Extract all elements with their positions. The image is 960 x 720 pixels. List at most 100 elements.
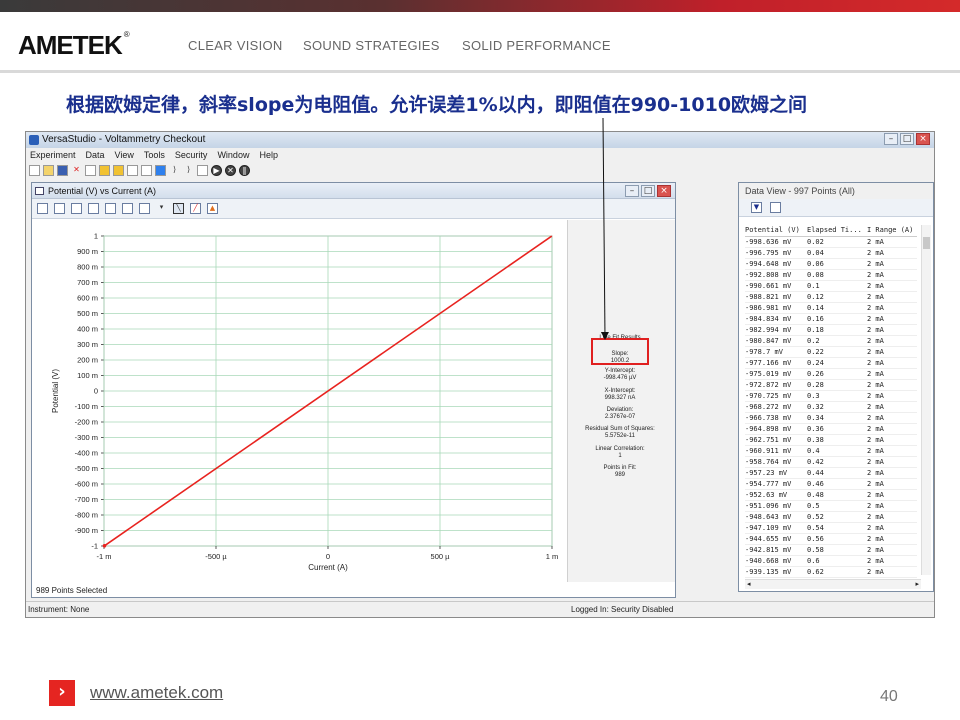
y-tick-label: -500 m: [75, 464, 98, 473]
folder-icon[interactable]: [85, 164, 96, 176]
table-row[interactable]: -968.272 mV 0.32 2 mA: [745, 401, 917, 413]
menu-help[interactable]: Help: [259, 148, 278, 162]
cell-elapsed-time: 0.06: [807, 258, 867, 270]
filter-icon[interactable]: ▼: [751, 202, 762, 213]
cell-i-range: 2 mA: [867, 302, 917, 314]
delete-icon[interactable]: ✕: [71, 165, 82, 176]
table-row[interactable]: -947.109 mV 0.54 2 mA: [745, 522, 917, 534]
data-properties-icon[interactable]: [770, 202, 781, 213]
menu-window[interactable]: Window: [217, 148, 249, 162]
y-tick-label: -100 m: [75, 402, 98, 411]
cell-i-range: 2 mA: [867, 280, 917, 292]
table-row[interactable]: -951.096 mV 0.5 2 mA: [745, 500, 917, 512]
chart-icon[interactable]: [141, 164, 152, 176]
scroll-left-icon[interactable]: ◂: [747, 580, 751, 589]
zoom-out-icon[interactable]: [122, 203, 133, 214]
peak-icon[interactable]: ▲: [207, 203, 218, 214]
table-row[interactable]: -948.643 mV 0.52 2 mA: [745, 511, 917, 523]
cell-potential: -939.135 mV: [745, 566, 807, 578]
table-row[interactable]: -986.981 mV 0.14 2 mA: [745, 302, 917, 314]
cell-elapsed-time: 0.5: [807, 500, 867, 512]
line-fit-icon[interactable]: ╲: [173, 203, 184, 214]
scrollbar-thumb[interactable]: [923, 237, 930, 249]
data-view-vertical-scrollbar[interactable]: [921, 225, 931, 575]
dropdown-icon[interactable]: ▾: [156, 203, 167, 214]
draw-line-icon[interactable]: ╱: [190, 203, 201, 214]
menu-data[interactable]: Data: [86, 148, 105, 162]
zoom-xy-icon[interactable]: [88, 203, 99, 214]
cell-i-range: 2 mA: [867, 522, 917, 534]
maximize-button[interactable]: □: [900, 133, 914, 145]
zoom-y-icon[interactable]: [71, 203, 82, 214]
zoom-x-icon[interactable]: [54, 203, 65, 214]
minimize-button[interactable]: –: [884, 133, 898, 145]
scroll-right-icon[interactable]: ▸: [915, 580, 919, 589]
logo-registered-mark: ®: [123, 30, 130, 39]
table-row[interactable]: -975.019 mV 0.26 2 mA: [745, 368, 917, 380]
table-row[interactable]: -958.764 mV 0.42 2 mA: [745, 456, 917, 468]
table-row[interactable]: -966.738 mV 0.34 2 mA: [745, 412, 917, 424]
column-header-elapsed-time[interactable]: Elapsed Ti...: [807, 225, 867, 237]
play-icon[interactable]: ▶: [211, 164, 222, 176]
open-folder-icon[interactable]: [43, 164, 54, 176]
table-row[interactable]: -984.834 mV 0.16 2 mA: [745, 313, 917, 325]
grid-view-icon[interactable]: [99, 164, 110, 176]
table-row[interactable]: -957.23 mV 0.44 2 mA: [745, 467, 917, 479]
app-icon: [29, 135, 39, 145]
table-row[interactable]: -982.994 mV 0.18 2 mA: [745, 324, 917, 336]
table-row[interactable]: -977.166 mV 0.24 2 mA: [745, 357, 917, 369]
footer-url[interactable]: www.ametek.com: [90, 683, 223, 703]
arrow-right-icon[interactable]: ⟩: [169, 165, 180, 176]
menu-tools[interactable]: Tools: [144, 148, 165, 162]
close-button[interactable]: ×: [916, 133, 930, 145]
zoom-in-icon[interactable]: [105, 203, 116, 214]
cell-i-range: 2 mA: [867, 335, 917, 347]
table-row[interactable]: -988.821 mV 0.12 2 mA: [745, 291, 917, 303]
plot-maximize-button[interactable]: □: [641, 185, 655, 197]
table-row[interactable]: -939.135 mV 0.62 2 mA: [745, 566, 917, 578]
table-row[interactable]: -998.636 mV 0.02 2 mA: [745, 236, 917, 248]
table-row[interactable]: -996.795 mV 0.04 2 mA: [745, 247, 917, 259]
plot-minimize-button[interactable]: –: [625, 185, 639, 197]
table-row[interactable]: -970.725 mV 0.3 2 mA: [745, 390, 917, 402]
stop-icon[interactable]: ✕: [225, 164, 236, 176]
pause-icon[interactable]: ‖: [239, 164, 250, 176]
table-row[interactable]: -940.668 mV 0.6 2 mA: [745, 555, 917, 567]
table-row[interactable]: -964.898 mV 0.36 2 mA: [745, 423, 917, 435]
zoom-reset-icon[interactable]: [139, 203, 150, 214]
table-row[interactable]: -962.751 mV 0.38 2 mA: [745, 434, 917, 446]
versastudio-window: VersaStudio - Voltammetry Checkout – □ ×…: [25, 131, 935, 618]
table-row[interactable]: -944.655 mV 0.56 2 mA: [745, 533, 917, 545]
table-row[interactable]: -972.872 mV 0.28 2 mA: [745, 379, 917, 391]
list-icon[interactable]: [155, 164, 166, 176]
menu-experiment[interactable]: Experiment: [30, 148, 76, 162]
column-header-potential[interactable]: Potential (V): [745, 225, 807, 237]
menu-view[interactable]: View: [115, 148, 134, 162]
table-row[interactable]: -990.661 mV 0.1 2 mA: [745, 280, 917, 292]
image-icon[interactable]: [127, 164, 138, 176]
tagline-solid-performance: SOLID PERFORMANCE: [462, 38, 611, 53]
table-row[interactable]: -954.777 mV 0.46 2 mA: [745, 478, 917, 490]
table-row[interactable]: -980.847 mV 0.2 2 mA: [745, 335, 917, 347]
cell-potential: -942.815 mV: [745, 544, 807, 556]
table-row[interactable]: -942.815 mV 0.58 2 mA: [745, 544, 917, 556]
fit-yint-value: -998.476 µV: [603, 375, 637, 381]
x-tick-label: -500 µ: [205, 552, 227, 561]
column-header-i-range[interactable]: I Range (A): [867, 225, 917, 237]
save-icon[interactable]: [57, 164, 68, 176]
table-row[interactable]: -978.7 mV 0.22 2 mA: [745, 346, 917, 358]
table-row[interactable]: -952.63 mV 0.48 2 mA: [745, 489, 917, 501]
new-file-icon[interactable]: [29, 164, 40, 176]
menu-security[interactable]: Security: [175, 148, 208, 162]
table-row[interactable]: -992.808 mV 0.08 2 mA: [745, 269, 917, 281]
window-icon[interactable]: [197, 164, 208, 176]
table-row[interactable]: -960.911 mV 0.4 2 mA: [745, 445, 917, 457]
plot-properties-icon[interactable]: [37, 203, 48, 214]
y-tick-label: -400 m: [75, 449, 98, 458]
arrow-right-icon-2[interactable]: ⟩: [183, 165, 194, 176]
plot-close-button[interactable]: ×: [657, 185, 671, 197]
cell-potential: -988.821 mV: [745, 291, 807, 303]
table-view-icon[interactable]: [113, 164, 124, 176]
table-row[interactable]: -994.648 mV 0.06 2 mA: [745, 258, 917, 270]
data-view-horizontal-scrollbar[interactable]: ◂ ▸: [745, 579, 921, 589]
